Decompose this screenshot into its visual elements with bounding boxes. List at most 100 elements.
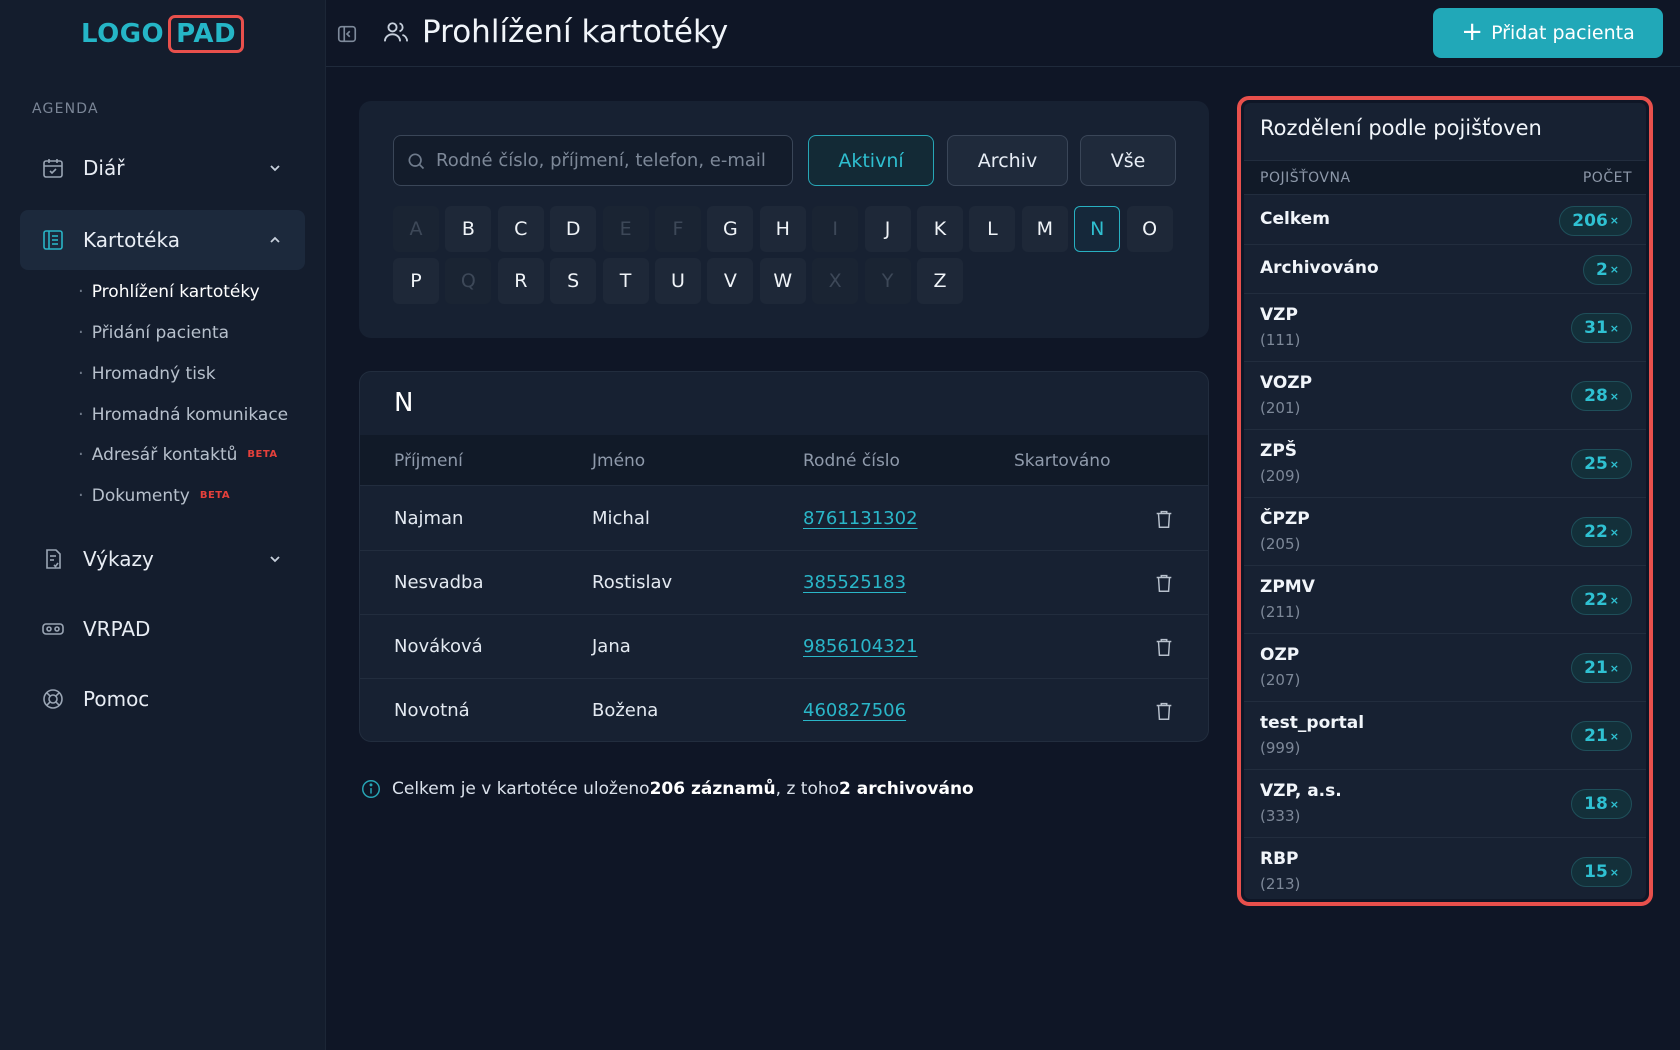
- letter-g[interactable]: G: [707, 206, 754, 252]
- letter-t[interactable]: T: [602, 258, 649, 304]
- letter-j[interactable]: J: [864, 206, 911, 252]
- trash-icon[interactable]: [1153, 507, 1175, 531]
- sidebar-item-label: Diář: [83, 156, 125, 180]
- letter-v[interactable]: V: [707, 258, 754, 304]
- insurance-row: ČPZP (205) 22 ×: [1244, 498, 1646, 566]
- insurance-name: VZP: [1260, 305, 1298, 325]
- info-icon: [362, 780, 380, 798]
- insurance-row: VZP (111) 31 ×: [1244, 294, 1646, 362]
- letter-b[interactable]: B: [445, 206, 492, 252]
- insurance-code: (999): [1260, 739, 1301, 757]
- sub-item-dokumenty[interactable]: Dokumenty BETA: [78, 485, 230, 506]
- cell-rc-link[interactable]: 460827506: [803, 700, 906, 721]
- letter-q: Q: [445, 258, 492, 304]
- insurance-code: (207): [1260, 671, 1301, 689]
- search-input[interactable]: [436, 150, 776, 171]
- insurance-count-badge: 18 ×: [1571, 789, 1632, 819]
- sidebar-toggle-icon[interactable]: [336, 23, 358, 45]
- sub-item-adresar[interactable]: Adresář kontaktů BETA: [78, 444, 278, 465]
- filter-all-button[interactable]: Vše: [1080, 135, 1176, 186]
- insurance-count-badge: 25 ×: [1571, 449, 1632, 479]
- sub-item-komunikace[interactable]: Hromadná komunikace: [78, 404, 288, 425]
- letter-o[interactable]: O: [1126, 206, 1173, 252]
- letter-s[interactable]: S: [550, 258, 597, 304]
- table-header: Příjmení Jméno Rodné číslo Skartováno: [360, 435, 1208, 486]
- info-text-prefix: Celkem je v kartotéce uloženo: [392, 779, 650, 799]
- letter-k[interactable]: K: [917, 206, 963, 252]
- logo-text: LOGO: [80, 18, 165, 49]
- letter-m[interactable]: M: [1021, 206, 1068, 252]
- sidebar-item-vykazy[interactable]: Výkazy: [20, 529, 305, 589]
- letter-f: F: [655, 206, 701, 252]
- sub-item-label: Přidání pacienta: [91, 322, 230, 343]
- search-icon: [408, 153, 425, 169]
- insurance-count: 25: [1584, 454, 1608, 474]
- letter-r[interactable]: R: [497, 258, 544, 304]
- sub-item-prohlizeni[interactable]: Prohlížení kartotéky: [78, 281, 260, 302]
- insurance-name: ČPZP: [1260, 509, 1310, 529]
- add-patient-button[interactable]: + Přidat pacienta: [1433, 8, 1663, 58]
- insurance-count-badge: 28 ×: [1571, 381, 1632, 411]
- letter-d[interactable]: D: [550, 206, 597, 252]
- letter-x: X: [812, 258, 859, 304]
- insurance-count: 2: [1595, 259, 1608, 280]
- insurance-panel-inner: Rozdělení podle pojišťoven POJIŠŤOVNA PO…: [1244, 103, 1646, 899]
- count-suffix: ×: [1609, 321, 1619, 335]
- letter-z[interactable]: Z: [917, 258, 963, 304]
- insurance-code: (333): [1260, 807, 1301, 825]
- insurance-code: (209): [1260, 467, 1301, 485]
- insurance-count: 15: [1584, 862, 1608, 882]
- sidebar-item-diar[interactable]: Diář: [20, 138, 305, 198]
- sidebar-item-vrpad[interactable]: VRPAD: [20, 599, 305, 659]
- insurance-count-badge: 21 ×: [1571, 653, 1632, 683]
- letter-c[interactable]: C: [497, 206, 544, 252]
- column-header-surname[interactable]: Příjmení: [394, 451, 463, 471]
- letter-w[interactable]: W: [759, 258, 806, 304]
- filter-archive-button[interactable]: Archiv: [947, 135, 1068, 186]
- column-header-shredded[interactable]: Skartováno: [1014, 451, 1110, 471]
- count-suffix: ×: [1609, 263, 1619, 276]
- insurance-row: RBP (213) 15 ×: [1244, 838, 1646, 899]
- letter-n[interactable]: N: [1074, 206, 1121, 252]
- letter-h[interactable]: H: [759, 206, 806, 252]
- insurance-row: VZP, a.s. (333) 18 ×: [1244, 770, 1646, 838]
- sidebar-item-kartoteka[interactable]: Kartotéka: [20, 210, 305, 270]
- cell-name: Rostislav: [592, 572, 673, 593]
- filter-card: Aktivní Archiv Vše ABCDEFGHIJKLMNO PQRSTU…: [359, 101, 1209, 338]
- insurance-code: (205): [1260, 535, 1301, 553]
- chevron-up-icon: [270, 236, 280, 243]
- letter-u[interactable]: U: [655, 258, 701, 304]
- sidebar-item-pomoc[interactable]: Pomoc: [20, 669, 305, 729]
- count-suffix: ×: [1609, 389, 1619, 403]
- sub-item-pridani[interactable]: Přidání pacienta: [78, 322, 229, 343]
- insurance-count-badge: 2 ×: [1582, 254, 1632, 285]
- insurance-row: Archivováno 2 ×: [1244, 245, 1646, 294]
- filter-active-button[interactable]: Aktivní: [808, 135, 934, 186]
- column-header-name[interactable]: Jméno: [592, 451, 645, 471]
- insurance-count: 21: [1584, 658, 1608, 678]
- info-total-count: 206 záznamů: [649, 779, 776, 799]
- trash-icon[interactable]: [1153, 699, 1175, 723]
- chevron-down-icon: [270, 556, 280, 563]
- column-header-rc[interactable]: Rodné číslo: [803, 451, 900, 471]
- records-info: Celkem je v kartotéce uloženo 206 záznam…: [360, 778, 974, 800]
- trash-icon[interactable]: [1153, 571, 1175, 595]
- insurance-breakdown-panel: Rozdělení podle pojišťoven POJIŠŤOVNA PO…: [1237, 96, 1653, 906]
- logo[interactable]: LOGO PAD: [80, 14, 245, 53]
- trash-icon[interactable]: [1153, 635, 1175, 659]
- cell-name: Jana: [592, 636, 631, 657]
- letter-l[interactable]: L: [969, 206, 1016, 252]
- info-text-middle: , z toho: [775, 779, 840, 799]
- cell-rc-link[interactable]: 8761131302: [803, 508, 918, 529]
- sub-item-tisk[interactable]: Hromadný tisk: [78, 363, 216, 384]
- cell-name: Božena: [592, 700, 659, 721]
- letter-p[interactable]: P: [393, 258, 439, 304]
- cell-surname: Najman: [394, 508, 464, 529]
- search-box[interactable]: [393, 135, 793, 186]
- insurance-count: 28: [1584, 386, 1608, 406]
- sidebar-item-label: Výkazy: [83, 547, 154, 571]
- cell-rc-link[interactable]: 385525183: [803, 572, 906, 593]
- cell-surname: Nesvadba: [394, 572, 484, 593]
- insurance-code: (201): [1260, 399, 1301, 417]
- cell-rc-link[interactable]: 9856104321: [803, 636, 918, 657]
